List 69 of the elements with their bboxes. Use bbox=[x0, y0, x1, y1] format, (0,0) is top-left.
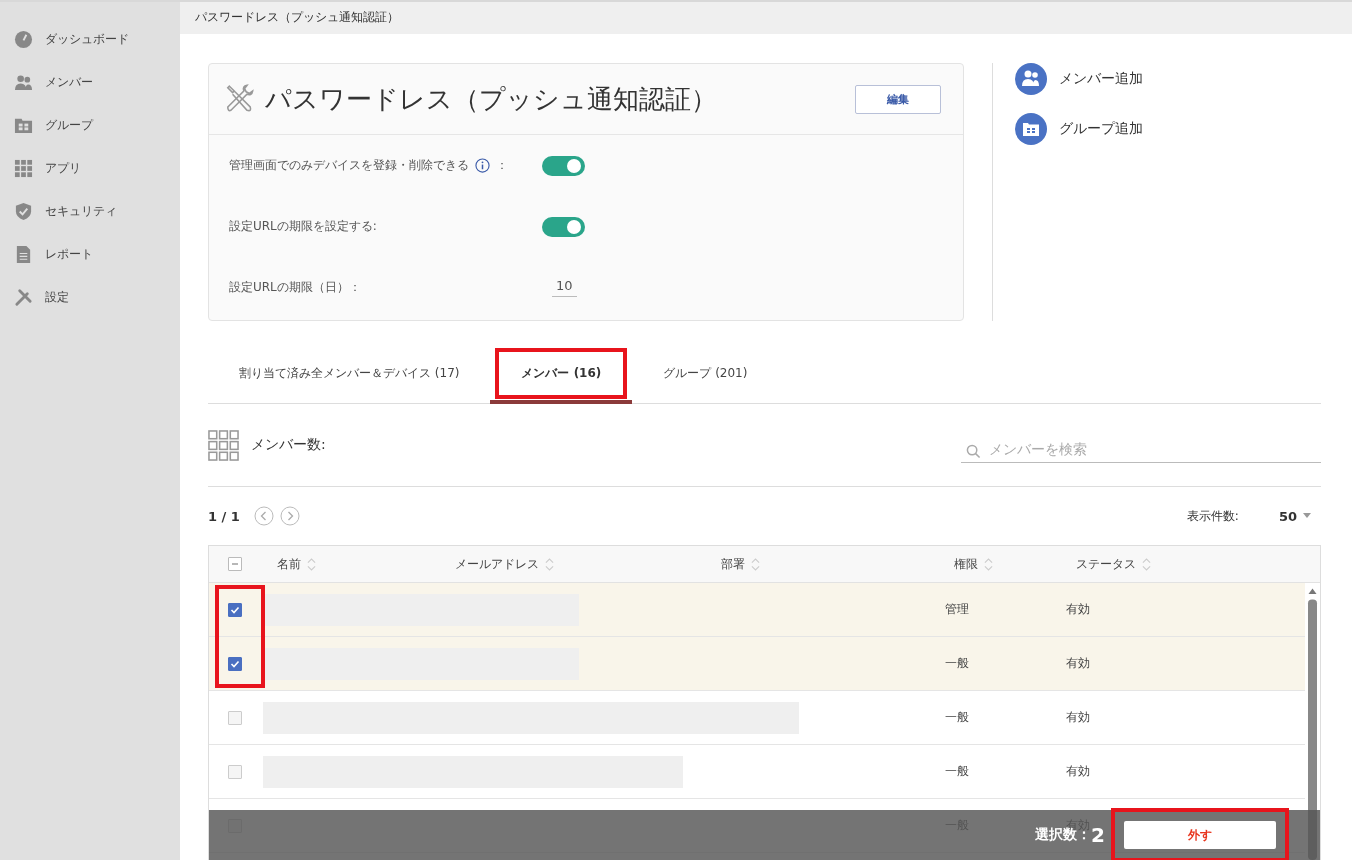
sort-icon[interactable] bbox=[307, 556, 316, 572]
page-size-select[interactable]: 50 bbox=[1278, 508, 1311, 524]
report-icon bbox=[14, 245, 33, 264]
column-header[interactable]: 権限 bbox=[954, 555, 978, 573]
status-cell: 有効 bbox=[1066, 764, 1090, 778]
remove-button[interactable]: 外す bbox=[1124, 821, 1276, 849]
caret-icon bbox=[1303, 513, 1311, 519]
setting-label: 管理画面でのみデバイスを登録・削除できる bbox=[229, 157, 469, 174]
status-cell: 有効 bbox=[1066, 710, 1090, 724]
edit-button[interactable]: 編集 bbox=[855, 84, 941, 114]
sidebar-item[interactable]: グループ bbox=[0, 104, 180, 147]
people-icon bbox=[1015, 63, 1047, 95]
status-cell: 有効 bbox=[1066, 602, 1090, 616]
select-all-checkbox[interactable] bbox=[228, 557, 242, 571]
role-cell: 一般 bbox=[945, 656, 969, 670]
table-row[interactable]: 一般 有効 bbox=[209, 691, 1305, 745]
breadcrumb: パスワードレス（プッシュ通知認証） bbox=[180, 2, 1352, 34]
row-checkbox[interactable] bbox=[228, 656, 242, 671]
settings-icon bbox=[14, 288, 33, 307]
folder-icon bbox=[1015, 113, 1047, 145]
info-icon[interactable] bbox=[475, 158, 490, 173]
sidebar-item[interactable]: レポート bbox=[0, 233, 180, 276]
status-cell: 有効 bbox=[1066, 656, 1090, 670]
policy-title: パスワードレス（プッシュ通知認証） bbox=[265, 82, 718, 116]
search-field[interactable]: メンバーを検索 bbox=[961, 437, 1321, 463]
members-icon bbox=[14, 73, 33, 92]
number-field[interactable]: 10 bbox=[552, 278, 577, 297]
colon-label: ： bbox=[496, 157, 508, 174]
sidebar-item[interactable]: アプリ bbox=[0, 147, 180, 190]
table-row[interactable]: 一般 有効 bbox=[209, 745, 1305, 799]
sort-icon[interactable] bbox=[984, 556, 993, 572]
sort-icon[interactable] bbox=[545, 556, 554, 572]
setting-label: 設定URLの期限（日）： bbox=[229, 279, 361, 296]
grid-icon[interactable] bbox=[208, 429, 239, 461]
toggle-switch[interactable] bbox=[542, 155, 585, 176]
role-cell: 管理 bbox=[945, 602, 969, 616]
row-checkbox[interactable] bbox=[228, 602, 242, 617]
sidebar-item[interactable]: ダッシュボード bbox=[0, 18, 180, 61]
role-cell: 一般 bbox=[945, 710, 969, 724]
page-size-label: 表示件数: bbox=[1186, 507, 1239, 525]
role-cell: 一般 bbox=[945, 764, 969, 778]
tab[interactable]: メンバー (16) bbox=[490, 343, 633, 404]
tab[interactable]: 割り当て済み全メンバー＆デバイス (17) bbox=[208, 343, 491, 404]
search-icon bbox=[966, 444, 981, 459]
table-row[interactable]: 一般 有効 bbox=[209, 637, 1305, 691]
column-header[interactable]: 部署 bbox=[721, 555, 745, 573]
toggle-switch[interactable] bbox=[542, 216, 585, 237]
member-count-label: メンバー数: bbox=[251, 436, 327, 454]
page-indicator: 1 / 1 bbox=[208, 508, 240, 524]
setting-label: 設定URLの期限を設定する: bbox=[229, 218, 377, 235]
column-header[interactable]: 名前 bbox=[277, 555, 301, 573]
tab[interactable]: グループ (201) bbox=[632, 343, 779, 404]
previous-page-icon[interactable] bbox=[253, 506, 274, 526]
security-icon bbox=[14, 202, 33, 221]
group-icon bbox=[14, 116, 33, 135]
add-link[interactable]: メンバー追加 bbox=[1015, 63, 1143, 95]
sidebar-item[interactable]: 設定 bbox=[0, 276, 180, 319]
sort-icon[interactable] bbox=[751, 556, 760, 572]
column-header[interactable]: メールアドレス bbox=[455, 555, 539, 573]
apps-icon bbox=[14, 159, 33, 178]
add-link[interactable]: グループ追加 bbox=[1015, 113, 1143, 145]
selected-count: 2 bbox=[1091, 823, 1105, 847]
table-row[interactable]: 管理 有効 bbox=[209, 583, 1305, 637]
dashboard-icon bbox=[14, 30, 33, 49]
next-page-icon[interactable] bbox=[279, 506, 300, 526]
sort-icon[interactable] bbox=[1142, 556, 1151, 572]
sidebar-item[interactable]: セキュリティ bbox=[0, 190, 180, 233]
column-header[interactable]: ステータス bbox=[1076, 555, 1136, 573]
sidebar-item[interactable]: メンバー bbox=[0, 61, 180, 104]
